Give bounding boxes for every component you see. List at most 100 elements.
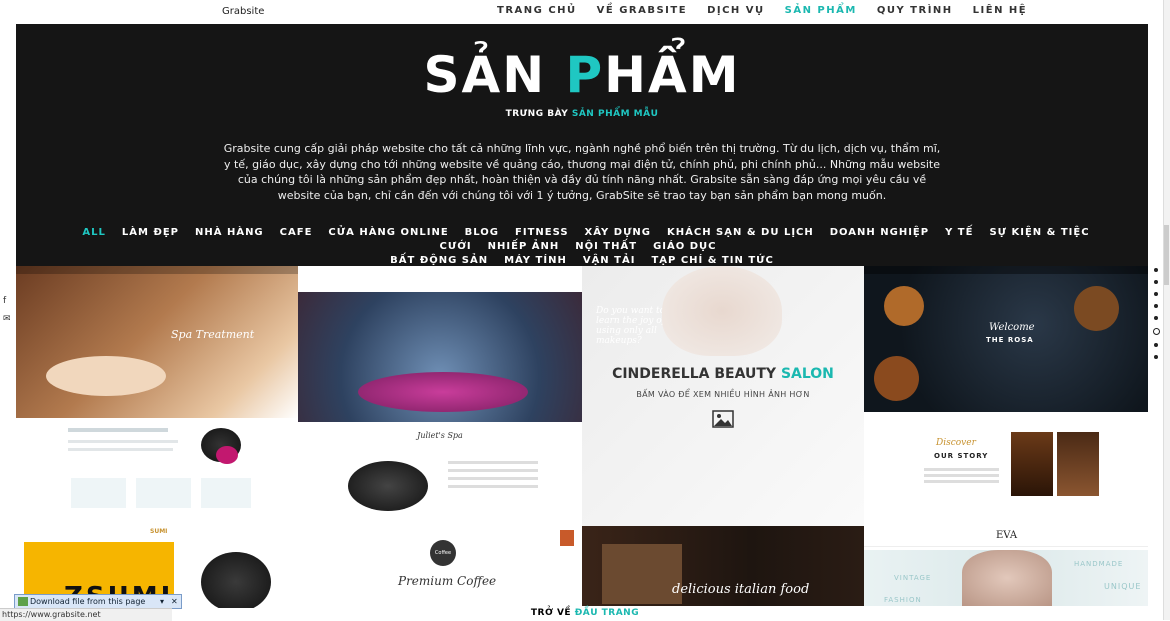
ribbon-badge — [560, 530, 574, 546]
eva-word: FASHION — [884, 596, 922, 604]
page-title-part: HẨM — [604, 46, 741, 104]
page-scrollbar[interactable] — [1163, 0, 1170, 620]
menu-arrow-icon[interactable]: ▾ — [160, 595, 164, 608]
sumi-logo: SUMI — [150, 528, 168, 535]
filter-item[interactable]: XÂY DỰNG — [585, 227, 651, 238]
filter-item[interactable]: MÁY TÍNH — [504, 255, 567, 266]
facebook-icon[interactable]: f — [3, 296, 6, 306]
orchid-shape — [358, 372, 528, 412]
italian-script: delicious italian food — [672, 582, 810, 597]
dot-nav-item[interactable] — [1154, 280, 1158, 284]
filter-item[interactable]: TẠP CHÍ & TIN TỨC — [651, 255, 773, 266]
page-title: SẢN PHẨM — [16, 46, 1148, 104]
filter-item[interactable]: CAFE — [280, 227, 313, 238]
filter-item[interactable]: CỬA HÀNG ONLINE — [328, 227, 448, 238]
dot-nav-item[interactable] — [1154, 355, 1158, 359]
page-title-accent: P — [565, 46, 605, 104]
spa-mini-nav — [16, 266, 298, 274]
nav-item-contact[interactable]: LIÊN HỆ — [973, 5, 1027, 16]
eva-logo: EVA — [996, 530, 1018, 541]
back-to-top-part: TRỞ VỀ — [530, 608, 575, 618]
filter-all[interactable]: ALL — [82, 227, 105, 238]
image-gallery-icon[interactable] — [712, 410, 734, 428]
category-filters: ALL LÀM ĐẸP NHÀ HÀNG CAFE CỬA HÀNG ONLINE BLO… — [36, 226, 1128, 268]
dot-nav-item[interactable] — [1154, 268, 1158, 272]
filter-item[interactable]: GIÁO DỤC — [653, 241, 716, 252]
nav-item-home[interactable]: TRANG CHỦ — [497, 5, 577, 16]
nav-item-about[interactable]: VỀ GRABSITE — [597, 5, 687, 16]
filter-item[interactable]: BẤT ĐỘNG SẢN — [390, 255, 488, 266]
hero-section: SẢN PHẨM TRƯNG BÀY SẢN PHẨM MẪU Grabsite… — [16, 24, 1148, 266]
eva-word: VINTAGE — [894, 574, 932, 582]
text-line — [68, 440, 178, 443]
model-face — [662, 266, 782, 356]
board-image — [602, 544, 682, 604]
dot-nav-item[interactable] — [1154, 304, 1158, 308]
filter-item[interactable]: VẬN TẢI — [583, 255, 636, 266]
rosa-our-story: OUR STORY — [934, 452, 989, 460]
coffee-badge: Coffee — [430, 540, 456, 566]
top-bar: Grabsite TRANG CHỦ VỀ GRABSITE DỊCH VỤ S… — [0, 0, 1170, 24]
spa-photo-shape — [46, 356, 166, 396]
filter-item[interactable]: NỘI THẤT — [575, 241, 637, 252]
back-to-top-link[interactable]: TRỞ VỀ ĐẦU TRANG — [0, 608, 1170, 618]
template-thumbnail-coffee[interactable]: Coffee Premium Coffee — [298, 526, 582, 608]
template-thumbnail-the-rosa-lower[interactable]: Discover OUR STORY — [864, 412, 1148, 526]
spa-heading: Spa Treatment — [171, 328, 255, 341]
page-title-part: SẢN — [423, 46, 566, 104]
eva-word: HANDMADE — [1074, 560, 1124, 568]
rosa-discover: Discover — [936, 438, 976, 448]
template-thumbnail-cinderella[interactable]: Do you want to learn the joy of using on… — [582, 266, 864, 526]
coffee-photo — [1057, 432, 1099, 496]
eva-word: UNIQUE — [1104, 582, 1142, 591]
cinderella-title: CINDERELLA BEAUTY SALON — [582, 366, 864, 382]
text-line — [68, 448, 173, 451]
template-thumbnail-spa-lower[interactable] — [16, 418, 298, 527]
close-icon[interactable]: ✕ — [171, 595, 178, 608]
stones-image — [348, 461, 428, 511]
filter-item[interactable]: NHIẾP ẢNH — [488, 241, 560, 252]
section-dot-nav — [1152, 268, 1160, 367]
download-bar-label: Download file from this page — [30, 597, 146, 606]
template-thumbnail-spa[interactable]: Spa Treatment — [16, 266, 298, 418]
dot-nav-item[interactable] — [1154, 316, 1158, 320]
hero-description: Grabsite cung cấp giải pháp website cho … — [223, 142, 941, 202]
filter-item[interactable]: NHÀ HÀNG — [195, 227, 264, 238]
brand-logo[interactable]: Grabsite — [222, 6, 264, 17]
filter-item[interactable]: BLOG — [465, 227, 499, 238]
dot-nav-item-active[interactable] — [1153, 328, 1160, 335]
main-nav: TRANG CHỦ VỀ GRABSITE DỊCH VỤ SẢN PHẨM Q… — [497, 5, 1027, 16]
template-thumbnail-italian[interactable]: delicious italian food — [582, 526, 864, 606]
template-thumbnail-juliet-spa[interactable]: Juliet's Spa — [298, 266, 582, 526]
subtitle-accent: SẢN PHẨM MẪU — [571, 109, 659, 119]
template-thumbnail-the-rosa[interactable]: Welcome THE ROSA — [864, 266, 1148, 412]
rosa-welcome: Welcome — [989, 322, 1035, 333]
template-thumbnail-eva[interactable]: EVA VINTAGE HANDMADE FASHION UNIQUE — [864, 526, 1148, 606]
dot-nav-item[interactable] — [1154, 292, 1158, 296]
download-icon — [18, 597, 28, 606]
coffee-photo — [1011, 432, 1053, 496]
juliet-hero-image — [298, 292, 582, 422]
flower-image — [216, 446, 238, 464]
filter-item[interactable]: Y TẾ — [945, 227, 973, 238]
status-bar-url: https://www.grabsite.net — [0, 608, 172, 621]
filter-item[interactable]: KHÁCH SẠN & DU LỊCH — [667, 227, 814, 238]
filter-item[interactable]: DOANH NGHIỆP — [830, 227, 929, 238]
nav-item-process[interactable]: QUY TRÌNH — [877, 5, 953, 16]
nav-item-products[interactable]: SẢN PHẨM — [785, 5, 857, 16]
nav-item-services[interactable]: DỊCH VỤ — [707, 5, 765, 16]
dot-nav-item[interactable] — [1154, 343, 1158, 347]
text-lines — [924, 468, 999, 471]
download-bar[interactable]: Download file from this page ▾ ✕ — [14, 594, 182, 609]
food-image — [1074, 286, 1119, 331]
filter-item[interactable]: FITNESS — [515, 227, 569, 238]
back-to-top-accent: ĐẦU TRANG — [574, 608, 640, 618]
dish-image — [201, 552, 271, 608]
scrollbar-thumb[interactable] — [1164, 225, 1169, 285]
rosa-name: THE ROSA — [986, 336, 1034, 344]
email-icon[interactable]: ✉ — [3, 314, 11, 324]
services-grid — [71, 478, 251, 508]
food-image — [884, 286, 924, 326]
filter-item[interactable]: LÀM ĐẸP — [122, 227, 179, 238]
food-image — [874, 356, 919, 401]
